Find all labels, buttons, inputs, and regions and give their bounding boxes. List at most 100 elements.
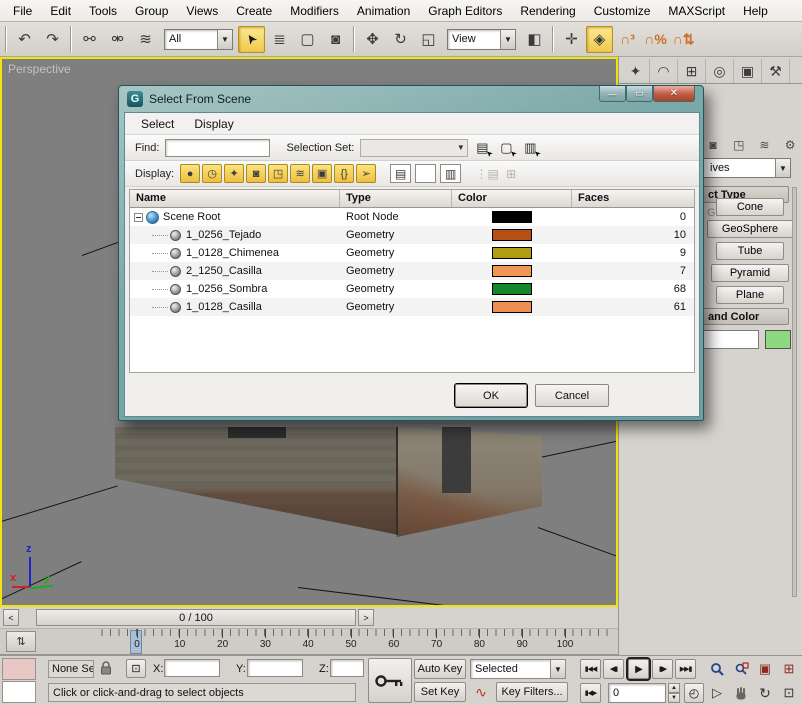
menu-item[interactable]: Animation (348, 1, 419, 21)
previous-frame-button[interactable]: ◀▮ (603, 659, 624, 679)
menu-item[interactable]: Rendering (511, 1, 584, 21)
display-all-button[interactable]: ▤ (390, 164, 411, 183)
bind-to-space-warp-button[interactable]: ≋ (132, 26, 159, 53)
default-in-out-tangents-button[interactable]: ∿ (470, 684, 492, 704)
display-helpers-toggle[interactable]: ◳ (268, 164, 288, 183)
redo-button[interactable]: ↷ (39, 26, 66, 53)
selection-lock-icon[interactable] (100, 661, 112, 679)
zoom-button[interactable] (706, 659, 728, 679)
menu-item[interactable]: Tools (80, 1, 126, 21)
dialog-menu-item[interactable]: Select (131, 114, 184, 134)
spinner-up-icon[interactable]: ▲ (668, 683, 680, 693)
rectangular-selection-region-button[interactable]: ▢ (294, 26, 321, 53)
undo-button[interactable]: ↶ (11, 26, 38, 53)
zoom-extents-button[interactable]: ▣ (754, 659, 776, 679)
table-row[interactable]: 1_0128_Casilla Geometry 61 (130, 298, 694, 316)
table-row[interactable]: Scene Root Root Node 0 (130, 208, 694, 226)
tab-motion[interactable]: ◎ (706, 59, 734, 83)
menu-item[interactable]: MAXScript (659, 1, 734, 21)
collapse-icon[interactable] (134, 213, 143, 222)
tab-hierarchy[interactable]: ⊞ (678, 59, 706, 83)
tab-modify[interactable]: ◠ (650, 59, 678, 83)
z-coord-field[interactable] (330, 659, 364, 677)
zoom-all-button[interactable] (730, 659, 752, 679)
menu-item[interactable]: Create (227, 1, 281, 21)
category-helpers-icon[interactable]: ◳ (728, 135, 750, 155)
x-coord-field[interactable] (164, 659, 220, 677)
menu-item[interactable]: Graph Editors (419, 1, 511, 21)
select-all-button[interactable]: ▤➤ (472, 138, 492, 158)
display-none-button[interactable] (415, 164, 436, 183)
select-by-name-button[interactable]: ≣ (266, 26, 293, 53)
auto-key-button[interactable]: Auto Key (414, 659, 466, 679)
display-shapes-toggle[interactable]: ◷ (202, 164, 222, 183)
display-cameras-toggle[interactable]: ◙ (246, 164, 266, 183)
primitive-button[interactable]: GeoSphere (707, 220, 793, 238)
column-header[interactable]: Color (452, 190, 572, 207)
zoom-extents-all-button[interactable]: ⊞ (778, 659, 800, 679)
snaps-toggle-button[interactable]: ◈ (586, 26, 613, 53)
display-lights-toggle[interactable]: ✦ (224, 164, 244, 183)
unlink-selection-button[interactable]: ⚮ (104, 26, 131, 53)
reference-coordinate-system-dropdown[interactable]: View▼ (447, 29, 516, 50)
mirror-button[interactable]: ◧ (521, 26, 548, 53)
tab-utilities[interactable]: ⚒ (762, 59, 790, 83)
primitive-button[interactable]: Cone (716, 198, 784, 216)
pan-view-button[interactable] (730, 683, 752, 703)
menu-item[interactable]: Customize (585, 1, 660, 21)
maxscript-mini-listener-macro[interactable] (2, 658, 36, 680)
column-header[interactable]: Name (130, 190, 340, 207)
current-frame-field[interactable]: 0 (608, 683, 666, 703)
display-geometry-toggle[interactable]: ● (180, 164, 200, 183)
primitive-button[interactable]: Plane (716, 286, 784, 304)
spinner-down-icon[interactable]: ▼ (668, 693, 680, 703)
tab-create[interactable]: ✦ (622, 59, 650, 83)
frame-spinner[interactable]: ▲ ▼ (668, 683, 680, 703)
table-row[interactable]: 1_0256_Sombra Geometry 68 (130, 280, 694, 298)
next-frame-button[interactable]: ▮▶ (652, 659, 673, 679)
category-systems-icon[interactable]: ⚙ (779, 135, 801, 155)
menu-item[interactable]: Modifiers (281, 1, 348, 21)
angle-snap-toggle-button[interactable]: ∩³ (614, 26, 641, 53)
dropdown-arrow-icon[interactable]: ▼ (775, 159, 790, 177)
primitive-button[interactable]: Pyramid (711, 264, 789, 282)
display-invert-button[interactable]: ▥ (440, 164, 461, 183)
ok-button[interactable]: OK (455, 384, 527, 407)
set-keys-button[interactable] (368, 658, 412, 703)
selection-set-dropdown[interactable]: ▼ (360, 139, 468, 157)
display-xrefs-toggle[interactable]: {} (334, 164, 354, 183)
time-configuration-button[interactable]: ◴ (684, 683, 704, 703)
previous-frame-arrow[interactable]: < (3, 609, 19, 626)
window-crossing-button[interactable]: ◙ (322, 26, 349, 53)
display-groups-toggle[interactable]: ▣ (312, 164, 332, 183)
find-input[interactable] (165, 139, 270, 157)
maxscript-mini-listener-input[interactable] (2, 681, 36, 703)
select-invert-button[interactable]: ▥➤ (520, 138, 540, 158)
play-animation-button[interactable]: ▶ (628, 659, 649, 679)
panel-scrollbar[interactable] (792, 187, 797, 597)
category-space-warps-icon[interactable]: ≋ (754, 135, 776, 155)
key-mode-dropdown[interactable]: Selected ▼ (470, 659, 566, 679)
percent-snap-toggle-button[interactable]: ∩% (642, 26, 669, 53)
select-and-scale-button[interactable]: ◱ (415, 26, 442, 53)
selection-filter-dropdown[interactable]: All▼ (164, 29, 233, 50)
key-filters-button[interactable]: Key Filters... (496, 682, 568, 702)
select-and-move-button[interactable]: ✥ (359, 26, 386, 53)
zoom-region-button[interactable]: ▷ (706, 683, 728, 703)
track-bar-ruler[interactable]: 0102030405060708090100 (45, 629, 615, 655)
display-space-warps-toggle[interactable]: ≋ (290, 164, 310, 183)
go-to-end-button[interactable]: ▶▶▮ (675, 659, 696, 679)
select-object-button[interactable]: ➤ (238, 26, 265, 53)
table-row[interactable]: 1_0256_Tejado Geometry 10 (130, 226, 694, 244)
maximize-viewport-toggle-button[interactable]: ⊡ (778, 683, 800, 703)
menu-item[interactable]: Help (734, 1, 777, 21)
dropdown-arrow-icon[interactable]: ▼ (454, 143, 467, 152)
table-row[interactable]: 2_1250_Casilla Geometry 7 (130, 262, 694, 280)
absolute-mode-transform-button[interactable]: ⊡ (126, 659, 146, 678)
dropdown-arrow-icon[interactable]: ▼ (217, 30, 232, 49)
arc-rotate-button[interactable]: ↻ (754, 683, 776, 703)
key-mode-toggle-button[interactable]: ▮◀▶ (580, 683, 601, 703)
tab-display[interactable]: ▣ (734, 59, 762, 83)
select-none-button[interactable]: ▢➤ (496, 138, 516, 158)
spinner-snap-toggle-button[interactable]: ∩⇅ (670, 26, 697, 53)
